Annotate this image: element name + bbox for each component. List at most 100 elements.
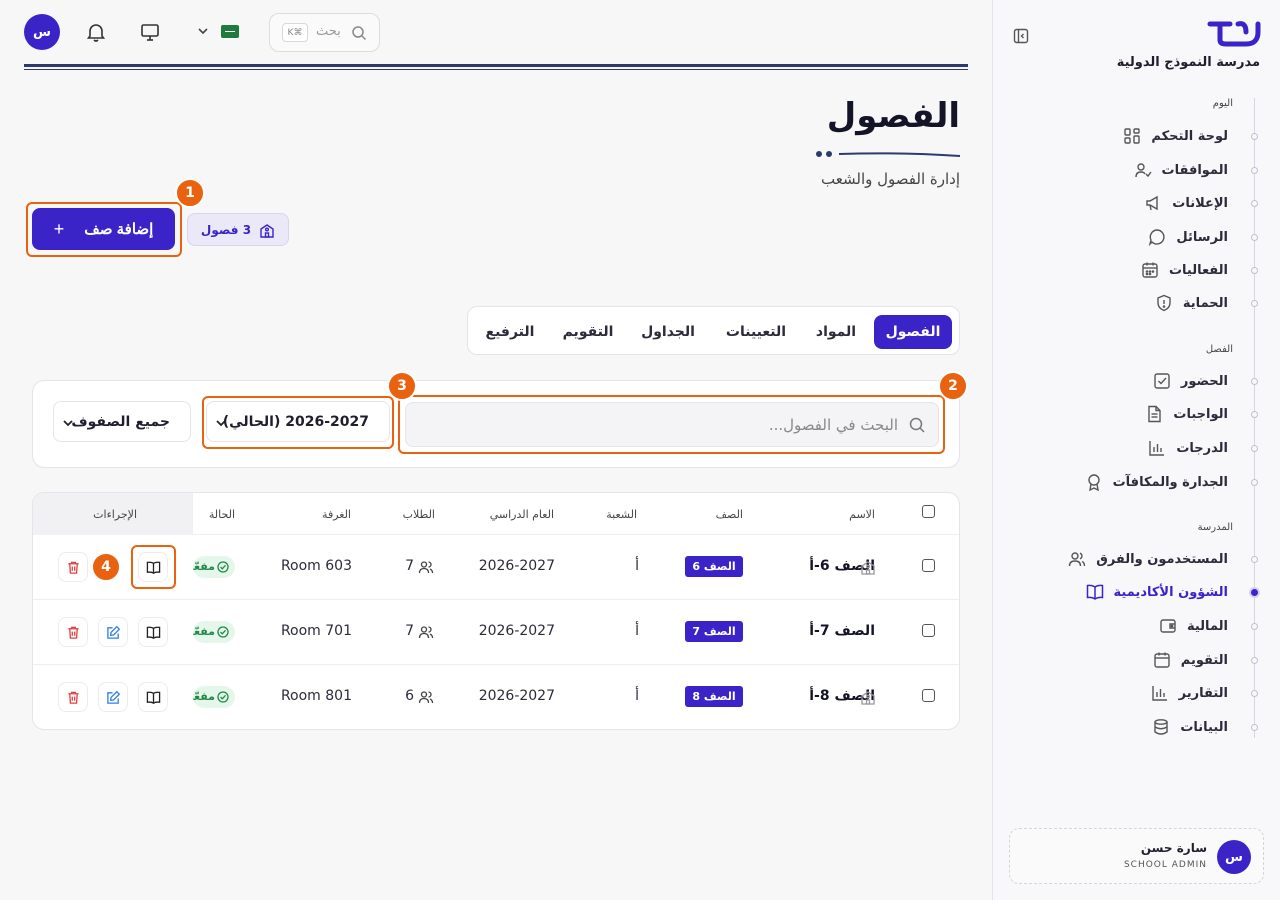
status-text: مفعّل bbox=[193, 560, 215, 573]
students-count: 7 bbox=[405, 623, 414, 639]
sidebar-item-announcements[interactable]: الإعلانات bbox=[1144, 191, 1228, 215]
sidebar-item-dashboard[interactable]: لوحة التحكم bbox=[1123, 124, 1228, 148]
search-placeholder: بحث bbox=[316, 24, 341, 39]
user-profile-card[interactable]: س سارة حسن SCHOOL ADMIN bbox=[1009, 828, 1264, 884]
table-row[interactable]: الصف 8-أ الصف 8 أ 2026-2027 6 Room 801 م… bbox=[33, 665, 959, 729]
sidebar-item-attendance[interactable]: الحضور bbox=[1153, 369, 1228, 393]
row-checkbox[interactable] bbox=[922, 624, 935, 637]
row-checkbox[interactable] bbox=[922, 689, 935, 702]
avatar[interactable]: س bbox=[24, 14, 60, 50]
sidebar-item-events[interactable]: الفعاليات bbox=[1141, 258, 1228, 282]
calendar-icon bbox=[1153, 651, 1171, 669]
open-book-icon bbox=[146, 625, 161, 640]
header-year: العام الدراسي bbox=[489, 508, 554, 521]
sidebar-item-users-teams[interactable]: المستخدمون والفرق bbox=[1068, 547, 1228, 571]
saudi-flag-icon[interactable] bbox=[221, 25, 239, 38]
status-text: مفعّل bbox=[193, 690, 215, 703]
edit-pencil-icon bbox=[106, 690, 121, 705]
tab-timetables[interactable]: الجداول bbox=[633, 315, 703, 349]
nav-section-class: الفصل bbox=[1205, 344, 1233, 355]
class-name: الصف 7-أ bbox=[809, 623, 875, 639]
sidebar-item-label: الحماية bbox=[1182, 295, 1228, 311]
bar-chart-icon bbox=[1148, 439, 1166, 457]
sidebar-item-approvals[interactable]: الموافقات bbox=[1134, 158, 1228, 182]
user-name: سارة حسن bbox=[1140, 841, 1207, 855]
global-search[interactable]: K⌘ بحث bbox=[269, 13, 380, 52]
delete-button[interactable] bbox=[58, 617, 88, 647]
chat-bubble-icon bbox=[1148, 228, 1166, 246]
status-text: مفعّل bbox=[193, 625, 215, 638]
delete-button[interactable] bbox=[58, 552, 88, 582]
sidebar-item-label: المالية bbox=[1186, 618, 1228, 634]
annotation-marker-1: 1 bbox=[175, 178, 205, 208]
class-count: 3 فصول bbox=[200, 222, 252, 237]
sidebar-item-merits[interactable]: الجدارة والمكافآت bbox=[1085, 470, 1228, 494]
sidebar-collapse-icon[interactable] bbox=[1013, 28, 1029, 44]
school-building-icon bbox=[860, 559, 876, 575]
table-row[interactable]: الصف 7-أ الصف 7 أ 2026-2027 7 Room 701 م… bbox=[33, 600, 959, 665]
students-icon bbox=[418, 689, 434, 705]
header-divider bbox=[24, 64, 968, 67]
sidebar-item-calendar[interactable]: التقويم bbox=[1153, 648, 1228, 672]
bar-chart-icon bbox=[1151, 684, 1169, 702]
header-actions: الإجراءات bbox=[93, 508, 137, 521]
year-cell: 2026-2027 bbox=[478, 623, 555, 639]
row-checkbox[interactable] bbox=[922, 559, 935, 572]
sidebar-item-reports[interactable]: التقارير bbox=[1151, 681, 1228, 705]
sidebar-item-label: الإعلانات bbox=[1172, 195, 1228, 211]
tab-assignments[interactable]: التعيينات bbox=[716, 315, 796, 349]
sidebar-item-label: الجدارة والمكافآت bbox=[1112, 474, 1228, 490]
grade-filter-select[interactable]: جميع الصفوف bbox=[53, 401, 191, 442]
nav-section-today: اليوم bbox=[1212, 98, 1233, 109]
monitor-icon[interactable] bbox=[139, 21, 161, 43]
check-circle-icon bbox=[217, 561, 229, 573]
grid-icon bbox=[1123, 127, 1141, 145]
select-all-checkbox[interactable] bbox=[922, 505, 935, 518]
sidebar-item-label: الموافقات bbox=[1161, 162, 1228, 178]
nav-dot bbox=[1251, 690, 1258, 697]
wallet-icon bbox=[1159, 617, 1177, 635]
tab-promotion[interactable]: الترفيع bbox=[478, 315, 542, 349]
tab-subjects[interactable]: المواد bbox=[806, 315, 866, 349]
nav-dot bbox=[1251, 167, 1258, 174]
sidebar-item-messages[interactable]: الرسائل bbox=[1148, 225, 1228, 249]
delete-button[interactable] bbox=[58, 682, 88, 712]
year-cell: 2026-2027 bbox=[478, 558, 555, 574]
students-icon bbox=[418, 559, 434, 575]
tab-classes[interactable]: الفصول bbox=[874, 315, 952, 349]
annotation-marker-3: 3 bbox=[387, 371, 417, 401]
header-name: الاسم bbox=[849, 508, 875, 521]
school-building-icon bbox=[259, 222, 275, 238]
nav-dot bbox=[1251, 300, 1258, 307]
shield-icon bbox=[1155, 294, 1173, 312]
annotation-marker-2: 2 bbox=[938, 371, 968, 401]
nav-dot bbox=[1251, 479, 1258, 486]
nav-dot bbox=[1251, 657, 1258, 664]
document-icon bbox=[1145, 405, 1163, 423]
sidebar-item-academics[interactable]: الشؤون الأكاديمية bbox=[1086, 580, 1228, 604]
tab-calendar[interactable]: التقويم bbox=[553, 315, 623, 349]
sidebar-item-safeguarding[interactable]: الحماية bbox=[1155, 291, 1228, 315]
checkbox-icon bbox=[1153, 372, 1171, 390]
header-students: الطلاب bbox=[402, 508, 435, 521]
view-subjects-button[interactable] bbox=[138, 617, 168, 647]
open-book-icon bbox=[146, 690, 161, 705]
grade-badge: الصف 6 bbox=[685, 556, 743, 577]
sidebar-item-data[interactable]: البيانات bbox=[1152, 715, 1228, 739]
nav-dot bbox=[1251, 133, 1258, 140]
sidebar-item-grades[interactable]: الدرجات bbox=[1148, 436, 1228, 460]
sidebar-item-label: الفعاليات bbox=[1168, 262, 1228, 278]
edit-button[interactable] bbox=[98, 617, 128, 647]
sidebar-item-homework[interactable]: الواجبات bbox=[1145, 402, 1228, 426]
edit-button[interactable] bbox=[98, 682, 128, 712]
grade-filter-value: جميع الصفوف bbox=[71, 414, 170, 430]
view-subjects-button[interactable] bbox=[138, 682, 168, 712]
bell-icon[interactable] bbox=[85, 21, 107, 43]
header-status: الحالة bbox=[208, 508, 235, 521]
chevron-down-icon[interactable] bbox=[197, 25, 209, 37]
school-logo-icon bbox=[1206, 18, 1262, 48]
nav-dot bbox=[1251, 200, 1258, 207]
sidebar-item-label: الواجبات bbox=[1173, 406, 1228, 422]
sidebar-item-label: التقويم bbox=[1180, 652, 1228, 668]
sidebar-item-finance[interactable]: المالية bbox=[1159, 614, 1228, 638]
